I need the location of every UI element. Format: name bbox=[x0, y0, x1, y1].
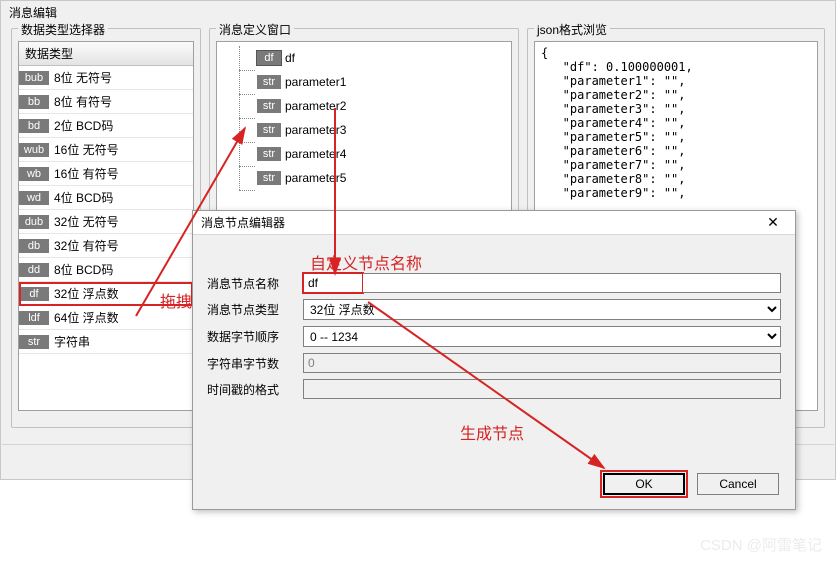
tree-row[interactable]: str parameter2 bbox=[221, 94, 507, 118]
watermark: CSDN @阿雷笔记 bbox=[700, 534, 822, 555]
type-badge: dd bbox=[19, 263, 49, 277]
type-row[interactable]: db32位 有符号 bbox=[19, 234, 193, 258]
type-label: 64位 浮点数 bbox=[52, 309, 119, 326]
field-name-input[interactable] bbox=[303, 273, 363, 293]
field-ts-input bbox=[303, 379, 781, 399]
tree-label: parameter2 bbox=[285, 99, 346, 113]
type-row[interactable]: bd2位 BCD码 bbox=[19, 114, 193, 138]
tree-badge: str bbox=[257, 75, 281, 89]
type-row[interactable]: dd8位 BCD码 bbox=[19, 258, 193, 282]
type-label: 8位 BCD码 bbox=[52, 261, 113, 278]
tree-row[interactable]: str parameter1 bbox=[221, 70, 507, 94]
json-group-title: json格式浏览 bbox=[534, 21, 610, 38]
tree-badge: str bbox=[257, 99, 281, 113]
types-list[interactable]: 数据类型 bub8位 无符号bb8位 有符号bd2位 BCD码wub16位 无符… bbox=[18, 41, 194, 411]
type-row[interactable]: str字符串 bbox=[19, 330, 193, 354]
type-label: 16位 有符号 bbox=[52, 165, 119, 182]
field-name-label: 消息节点名称 bbox=[207, 275, 303, 292]
type-badge: db bbox=[19, 239, 49, 253]
tree-row[interactable]: str parameter5 bbox=[221, 166, 507, 190]
tree-label: parameter1 bbox=[285, 75, 346, 89]
tree-label: parameter5 bbox=[285, 171, 346, 185]
type-badge: bub bbox=[19, 71, 49, 85]
type-label: 32位 浮点数 bbox=[52, 285, 119, 302]
type-label: 16位 无符号 bbox=[52, 141, 119, 158]
tree-badge: str bbox=[257, 171, 281, 185]
type-row[interactable]: wub16位 无符号 bbox=[19, 138, 193, 162]
type-row[interactable]: ldf64位 浮点数 bbox=[19, 306, 193, 330]
type-label: 32位 有符号 bbox=[52, 237, 119, 254]
tree-label: parameter4 bbox=[285, 147, 346, 161]
field-name-input-rest[interactable] bbox=[363, 273, 781, 293]
type-row[interactable]: wb16位 有符号 bbox=[19, 162, 193, 186]
type-badge: bb bbox=[19, 95, 49, 109]
type-label: 4位 BCD码 bbox=[52, 189, 113, 206]
type-badge: bd bbox=[19, 119, 49, 133]
tree-badge: df bbox=[257, 51, 281, 65]
field-ts-label: 时间戳的格式 bbox=[207, 381, 303, 398]
type-label: 32位 无符号 bbox=[52, 213, 119, 230]
types-header: 数据类型 bbox=[19, 42, 193, 66]
type-label: 8位 无符号 bbox=[52, 69, 112, 86]
type-badge: wb bbox=[19, 167, 49, 181]
type-label: 8位 有符号 bbox=[52, 93, 112, 110]
tree-badge: str bbox=[257, 147, 281, 161]
type-row[interactable]: wd4位 BCD码 bbox=[19, 186, 193, 210]
type-badge: dub bbox=[19, 215, 49, 229]
tree-badge: str bbox=[257, 123, 281, 137]
type-badge: ldf bbox=[19, 311, 49, 325]
field-strlen-label: 字符串字节数 bbox=[207, 355, 303, 372]
node-editor-dialog: 消息节点编辑器 ✕ 消息节点名称 消息节点类型 32位 浮点数 数据字节顺序 0… bbox=[192, 210, 796, 510]
type-label: 字符串 bbox=[52, 333, 90, 350]
tree-label: parameter3 bbox=[285, 123, 346, 137]
type-label: 2位 BCD码 bbox=[52, 117, 113, 134]
type-badge: str bbox=[19, 335, 49, 349]
field-strlen-input bbox=[303, 353, 781, 373]
field-order-label: 数据字节顺序 bbox=[207, 328, 303, 345]
tree-row[interactable]: str parameter3 bbox=[221, 118, 507, 142]
field-type-label: 消息节点类型 bbox=[207, 301, 303, 318]
types-group-title: 数据类型选择器 bbox=[18, 21, 108, 38]
dialog-titlebar[interactable]: 消息节点编辑器 ✕ bbox=[193, 211, 795, 235]
type-row[interactable]: bb8位 有符号 bbox=[19, 90, 193, 114]
type-row[interactable]: df32位 浮点数 bbox=[19, 282, 193, 306]
type-badge: df bbox=[19, 287, 49, 301]
types-groupbox: 数据类型选择器 数据类型 bub8位 无符号bb8位 有符号bd2位 BCD码w… bbox=[11, 28, 201, 428]
cancel-button[interactable]: Cancel bbox=[697, 473, 779, 495]
tree-row[interactable]: str parameter4 bbox=[221, 142, 507, 166]
window-title: 消息编辑 bbox=[1, 1, 835, 24]
field-order-select[interactable]: 0 -- 1234 bbox=[303, 326, 781, 347]
tree-row[interactable]: dfdf bbox=[221, 46, 507, 70]
tree-group-title: 消息定义窗口 bbox=[216, 21, 294, 38]
dialog-title: 消息节点编辑器 bbox=[201, 214, 285, 231]
type-badge: wd bbox=[19, 191, 49, 205]
dialog-form: 消息节点名称 消息节点类型 32位 浮点数 数据字节顺序 0 -- 1234 字… bbox=[193, 235, 795, 413]
type-row[interactable]: bub8位 无符号 bbox=[19, 66, 193, 90]
field-type-select[interactable]: 32位 浮点数 bbox=[303, 299, 781, 320]
type-badge: wub bbox=[19, 143, 49, 157]
type-row[interactable]: dub32位 无符号 bbox=[19, 210, 193, 234]
tree-label: df bbox=[285, 51, 295, 65]
close-icon[interactable]: ✕ bbox=[753, 212, 793, 234]
ok-button[interactable]: OK bbox=[603, 473, 685, 495]
